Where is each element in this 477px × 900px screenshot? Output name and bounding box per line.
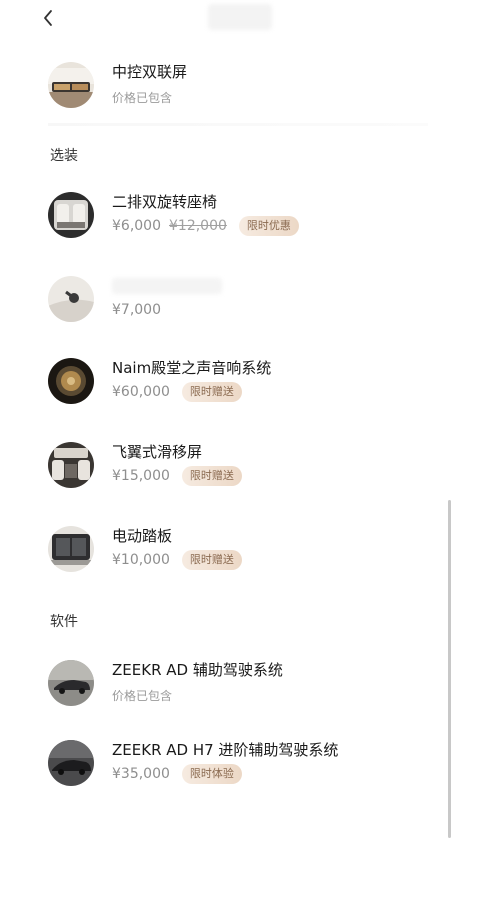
section-title-software: 软件 (50, 614, 78, 630)
tow-hook-thumbnail (48, 276, 94, 322)
item-original-price: ¥12,000 (169, 218, 227, 234)
option-item-sliding-screen[interactable]: 飞翼式滑移屏 ¥15,000 限时赠送 (48, 442, 448, 498)
item-name-redacted (112, 278, 222, 294)
item-name: Naim殿堂之声音响系统 (112, 359, 272, 377)
back-button[interactable] (36, 6, 60, 30)
section-title-options: 选装 (50, 148, 78, 164)
promo-badge: 限时赠送 (181, 382, 242, 402)
item-price: ¥60,000 (112, 384, 170, 400)
price-row: ¥60,000 限时赠送 (112, 382, 242, 402)
software-item-zeekr-ad[interactable]: ZEEKR AD 辅助驾驶系统 价格已包含 (48, 660, 448, 716)
price-row: ¥10,000 限时赠送 (112, 550, 242, 570)
page-title-redacted (208, 4, 272, 30)
rotating-seats-thumbnail (48, 192, 94, 238)
price-row: ¥15,000 限时赠送 (112, 466, 242, 486)
chevron-left-icon (44, 10, 52, 26)
item-name: 飞翼式滑移屏 (112, 443, 203, 461)
zeekr-car-thumbnail (48, 660, 94, 706)
item-price: ¥6,000 (112, 218, 161, 234)
option-item-redacted[interactable]: ¥7,000 (48, 276, 448, 332)
top-bar (0, 0, 477, 40)
promo-badge: 限时体验 (181, 764, 242, 784)
zeekr-car-thumbnail (48, 740, 94, 786)
option-item-electric-step[interactable]: 电动踏板 ¥10,000 限时赠送 (48, 526, 448, 582)
scrollbar[interactable] (448, 500, 451, 838)
option-item-naim-audio[interactable]: Naim殿堂之声音响系统 ¥60,000 限时赠送 (48, 358, 448, 414)
software-item-zeekr-ad-h7[interactable]: ZEEKR AD H7 进阶辅助驾驶系统 ¥35,000 限时体验 (48, 740, 448, 796)
section-divider (48, 123, 428, 126)
item-name: 中控双联屏 (112, 63, 188, 81)
electric-step-thumbnail (48, 526, 94, 572)
item-name: ZEEKR AD H7 进阶辅助驾驶系统 (112, 741, 339, 759)
price-row: ¥35,000 限时体验 (112, 764, 242, 784)
item-name: 电动踏板 (112, 527, 173, 545)
item-name: 二排双旋转座椅 (112, 193, 218, 211)
promo-badge: 限时优惠 (238, 216, 299, 236)
promo-badge: 限时赠送 (181, 550, 242, 570)
item-price: ¥7,000 (112, 302, 161, 318)
dual-screen-thumbnail (48, 62, 94, 108)
option-item-rotating-seats[interactable]: 二排双旋转座椅 ¥6,000 ¥12,000 限时优惠 (48, 192, 448, 248)
naim-speaker-thumbnail (48, 358, 94, 404)
item-price: ¥15,000 (112, 468, 170, 484)
item-name: ZEEKR AD 辅助驾驶系统 (112, 661, 283, 679)
sliding-screen-thumbnail (48, 442, 94, 488)
price-row: ¥6,000 ¥12,000 限时优惠 (112, 216, 299, 236)
promo-badge: 限时赠送 (181, 466, 242, 486)
included-item-dual-screen[interactable]: 中控双联屏 价格已包含 (48, 62, 448, 118)
item-price-note: 价格已包含 (112, 91, 173, 105)
item-price: ¥35,000 (112, 766, 170, 782)
item-price-note: 价格已包含 (112, 689, 173, 703)
price-row: ¥7,000 (112, 300, 161, 320)
item-price: ¥10,000 (112, 552, 170, 568)
